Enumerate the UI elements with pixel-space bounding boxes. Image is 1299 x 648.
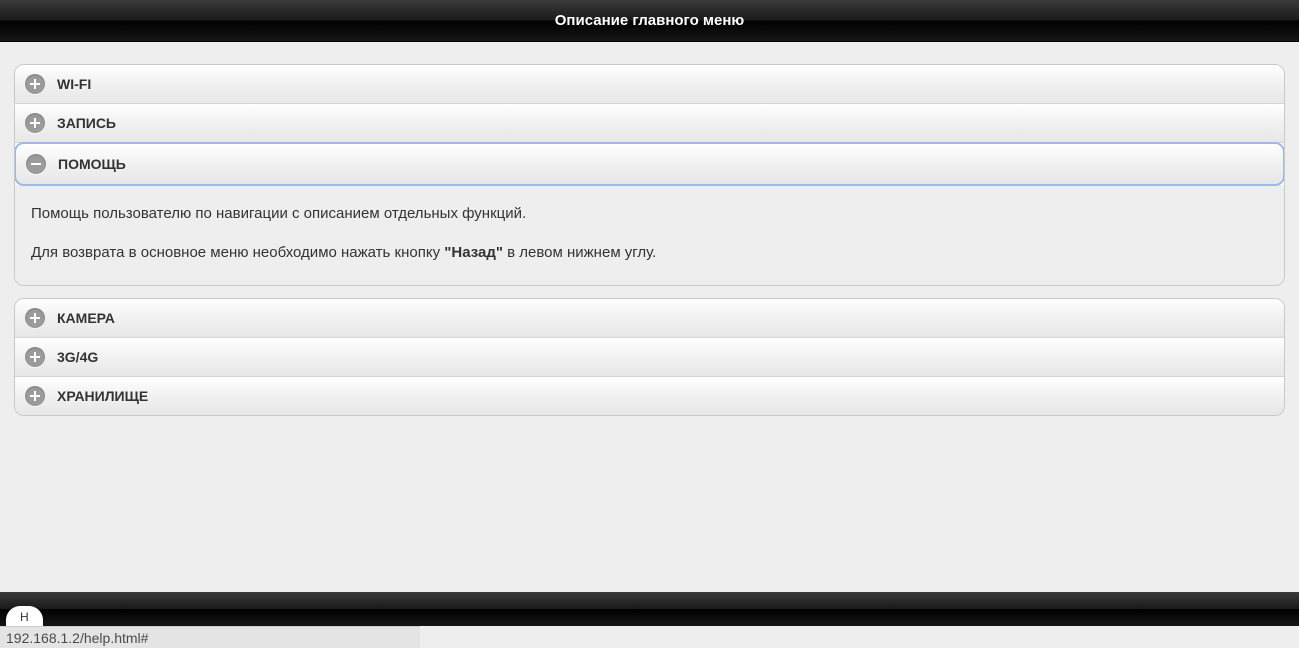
accordion-header-help[interactable]: ПОМОЩЬ [14, 142, 1285, 186]
accordion-label: 3G/4G [57, 349, 98, 365]
accordion-item-help: ПОМОЩЬ Помощь пользователю по навигации … [15, 142, 1284, 285]
status-url: 192.168.1.2/help.html# [6, 630, 148, 646]
accordion-item-camera: КАМЕРА [15, 299, 1284, 338]
accordion-item-3g4g: 3G/4G [15, 338, 1284, 377]
plus-icon [25, 308, 45, 328]
accordion-label: КАМЕРА [57, 310, 115, 326]
help-text-line1: Помощь пользователю по навигации с описа… [31, 203, 1268, 224]
plus-icon [25, 347, 45, 367]
accordion-header-storage[interactable]: ХРАНИЛИЩЕ [15, 377, 1284, 415]
accordion-label: ЗАПИСЬ [57, 115, 116, 131]
footer-tab[interactable]: Н [6, 606, 43, 626]
accordion-header-wifi[interactable]: WI-FI [15, 65, 1284, 103]
accordion-label: ПОМОЩЬ [58, 156, 126, 172]
page-title: Описание главного меню [555, 12, 745, 29]
page-header: Описание главного меню [0, 0, 1299, 42]
accordion-header-3g4g[interactable]: 3G/4G [15, 338, 1284, 376]
footer-tab-text: Н [20, 610, 29, 624]
help-text-line2: Для возврата в основное меню необходимо … [31, 242, 1268, 263]
accordion-item-storage: ХРАНИЛИЩЕ [15, 377, 1284, 415]
help-text-bold: "Назад" [444, 244, 503, 261]
footer-bar: Н [0, 592, 1299, 626]
minus-icon [26, 154, 46, 174]
accordion-item-record: ЗАПИСЬ [15, 104, 1284, 143]
plus-icon [25, 113, 45, 133]
accordion-label: WI-FI [57, 76, 91, 92]
help-text-fragment: в левом нижнем углу. [503, 244, 656, 261]
accordion-header-camera[interactable]: КАМЕРА [15, 299, 1284, 337]
status-bar: 192.168.1.2/help.html# [0, 626, 420, 648]
accordion-label: ХРАНИЛИЩЕ [57, 388, 148, 404]
plus-icon [25, 74, 45, 94]
accordion-group-2: КАМЕРА 3G/4G ХРАНИЛИЩЕ [14, 298, 1285, 416]
accordion-body-help: Помощь пользователю по навигации с описа… [15, 185, 1284, 285]
plus-icon [25, 386, 45, 406]
main-content: WI-FI ЗАПИСЬ ПОМОЩЬ [0, 42, 1299, 442]
help-text-fragment: Для возврата в основное меню необходимо … [31, 244, 444, 261]
accordion-item-wifi: WI-FI [15, 65, 1284, 104]
accordion-header-record[interactable]: ЗАПИСЬ [15, 104, 1284, 142]
accordion-group-1: WI-FI ЗАПИСЬ ПОМОЩЬ [14, 64, 1285, 286]
